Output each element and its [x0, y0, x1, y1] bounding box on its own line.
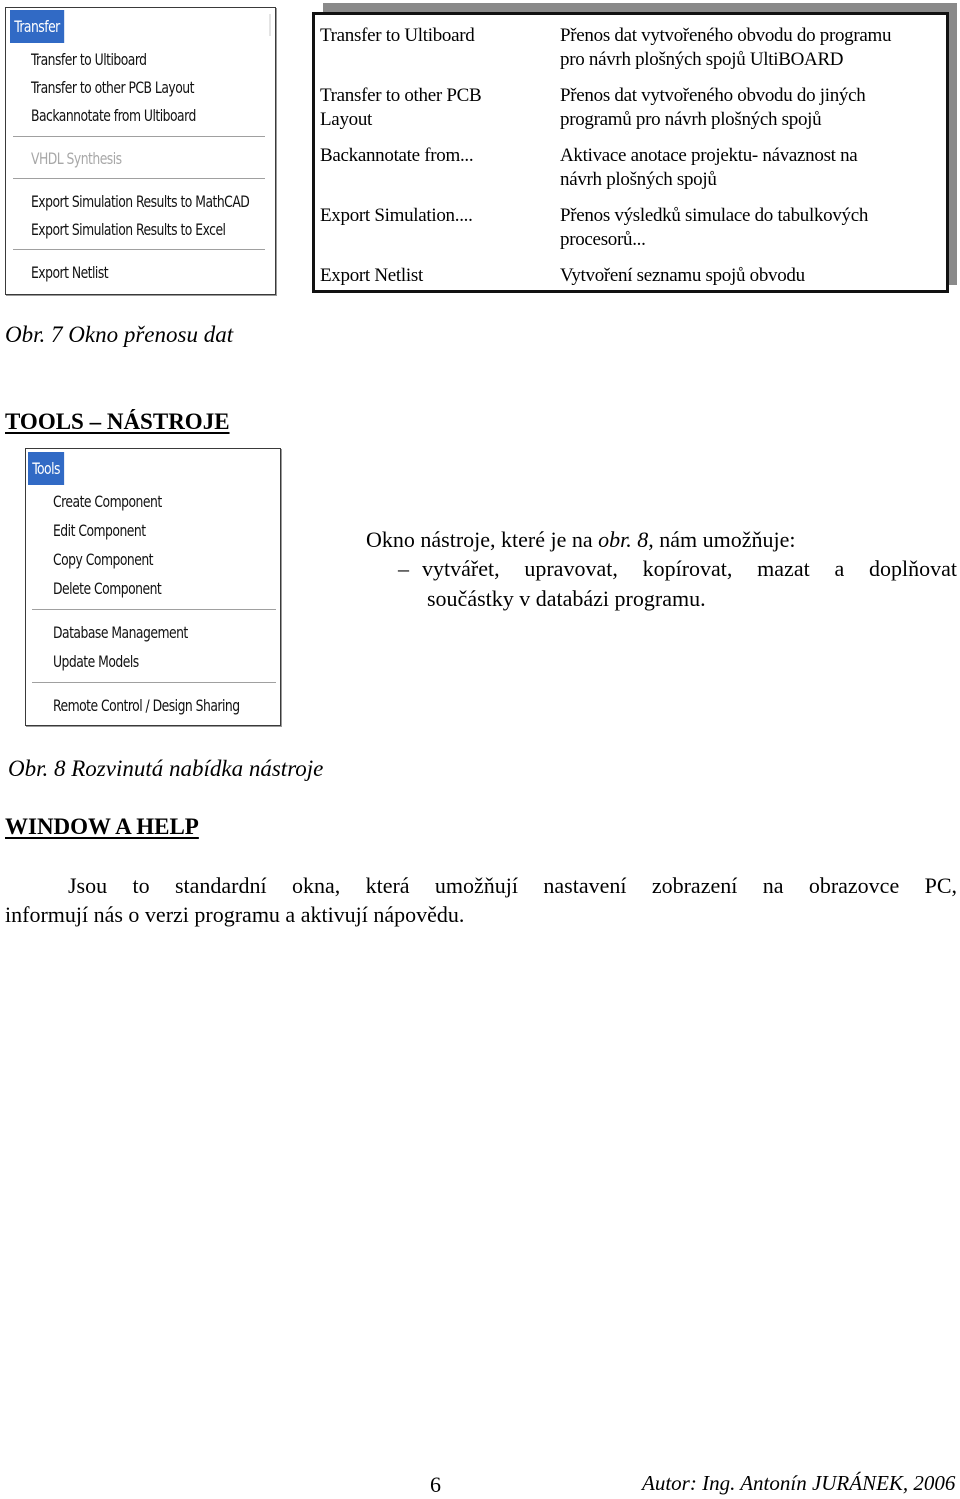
menu-item-transfer-to-ultiboard[interactable]: Transfer to Ultiboard [31, 50, 147, 69]
description-cell: Přenos dat vytvořeného obvodu do jiných [560, 85, 866, 106]
command-cell: Export Netlist [320, 265, 423, 286]
menu-item-vhdl-synthesis: VHDL Synthesis [31, 149, 122, 168]
menu-item-remote-control[interactable]: Remote Control / Design Sharing [53, 696, 240, 715]
menu-item-export-mathcad[interactable]: Export Simulation Results to MathCAD [31, 192, 250, 211]
tools-description-intro: Okno nástroje, které je na obr. 8, nám u… [366, 525, 796, 554]
menu-item-export-netlist[interactable]: Export Netlist [31, 263, 109, 282]
tools-menu-title[interactable]: Tools [28, 452, 65, 485]
window-help-paragraph-line-2: informují nás o verzi programu a aktivuj… [5, 902, 465, 927]
menu-item-create-component[interactable]: Create Component [53, 492, 162, 511]
menu-separator [32, 682, 276, 684]
footer-author: Autor: Ing. Antonín JURÁNEK, 2006 [642, 1471, 956, 1495]
menu-item-edit-component[interactable]: Edit Component [53, 521, 146, 540]
figure-reference: obr. 8 [598, 527, 649, 552]
menu-separator [13, 178, 265, 180]
bullet-line-2: součástky v databázi programu. [427, 586, 706, 611]
intro-text: Okno nástroje, které je na [366, 527, 599, 552]
menu-separator [13, 136, 265, 138]
window-help-paragraph-line-1: Jsou to standardní okna, která umožňují … [68, 873, 957, 898]
command-cell: Export Simulation.... [320, 205, 473, 226]
command-cell: Transfer to Ultiboard [320, 25, 475, 46]
figure-7-caption: Obr. 7 Okno přenosu dat [5, 322, 234, 347]
command-cell: Transfer to other PCB [320, 85, 482, 106]
transfer-menu-title[interactable]: Transfer [10, 10, 65, 43]
description-cell: Vytvoření seznamu spojů obvodu [560, 265, 805, 286]
description-cell: programů pro návrh plošných spojů [560, 109, 822, 130]
tools-menu: Tools Create Component Edit Component Co… [25, 448, 281, 726]
command-cell: Backannotate from... [320, 145, 474, 166]
menu-item-database-management[interactable]: Database Management [53, 623, 188, 642]
page-number: 6 [430, 1472, 441, 1497]
description-cell: pro návrh plošných spojů UltiBOARD [560, 49, 844, 70]
menu-item-export-excel[interactable]: Export Simulation Results to Excel [31, 220, 226, 239]
menu-item-update-models[interactable]: Update Models [53, 652, 139, 671]
intro-text: , nám umožňuje: [648, 527, 796, 552]
menu-separator [13, 249, 265, 251]
bullet-line-1: vytvářet, upravovat, kopírovat, mazat a … [422, 556, 957, 581]
description-cell: návrh plošných spojů [560, 169, 717, 190]
description-cell: Aktivace anotace projektu- návaznost na [560, 145, 858, 166]
bullet-dash: – [398, 556, 409, 581]
transfer-menu: Transfer Transfer to Ultiboard Transfer … [5, 7, 276, 295]
figure-8-caption: Obr. 8 Rozvinutá nabídka nástroje [8, 756, 324, 781]
menu-item-transfer-to-other-pcb[interactable]: Transfer to other PCB Layout [31, 78, 194, 97]
description-cell: procesorů... [560, 229, 646, 250]
window-help-heading: WINDOW A HELP [5, 814, 199, 839]
menu-separator [32, 609, 276, 611]
menu-item-delete-component[interactable]: Delete Component [53, 579, 162, 598]
command-cell: Layout [320, 109, 373, 130]
tools-heading: TOOLS – NÁSTROJE [5, 409, 230, 434]
menu-item-copy-component[interactable]: Copy Component [53, 550, 154, 569]
menu-scroll-edge [269, 14, 271, 36]
transfer-table: Transfer to Ultiboard Přenos dat vytvoře… [312, 12, 949, 293]
description-cell: Přenos výsledků simulace do tabulkových [560, 205, 869, 226]
menu-item-backannotate[interactable]: Backannotate from Ultiboard [31, 106, 196, 125]
description-cell: Přenos dat vytvořeného obvodu do program… [560, 25, 892, 46]
